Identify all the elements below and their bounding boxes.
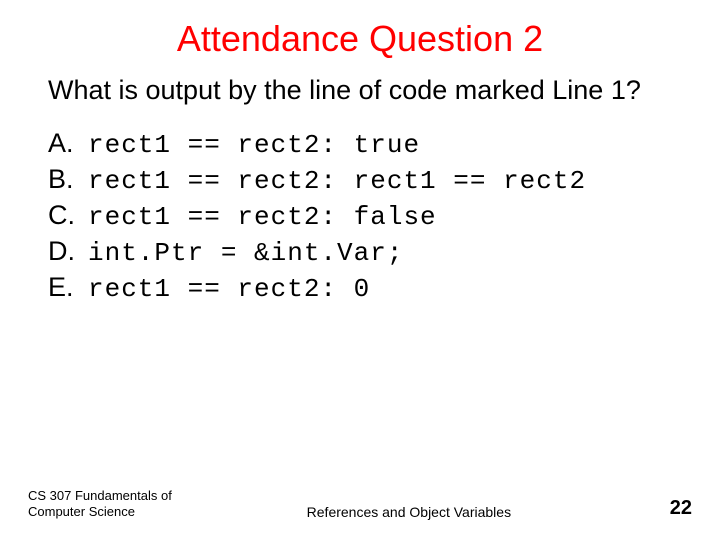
option-label: C.	[48, 200, 88, 231]
option-code: rect1 == rect2: rect1 == rect2	[88, 166, 586, 196]
options-list: A. rect1 == rect2: true B. rect1 == rect…	[0, 128, 720, 304]
option-label: A.	[48, 128, 88, 159]
option-a: A. rect1 == rect2: true	[48, 128, 720, 160]
option-c: C. rect1 == rect2: false	[48, 200, 720, 232]
question-text: What is output by the line of code marke…	[0, 74, 720, 106]
option-label: E.	[48, 272, 88, 303]
option-b: B. rect1 == rect2: rect1 == rect2	[48, 164, 720, 196]
slide-title: Attendance Question 2	[0, 0, 720, 74]
footer-topic: References and Object Variables	[208, 504, 670, 520]
option-d: D. int.Ptr = &int.Var;	[48, 236, 720, 268]
option-code: rect1 == rect2: true	[88, 130, 420, 160]
option-code: int.Ptr = &int.Var;	[88, 238, 403, 268]
option-code: rect1 == rect2: 0	[88, 274, 370, 304]
page-number: 22	[670, 497, 692, 520]
option-label: B.	[48, 164, 88, 195]
option-code: rect1 == rect2: false	[88, 202, 437, 232]
option-label: D.	[48, 236, 88, 267]
footer-course-line1: CS 307 Fundamentals of	[28, 488, 172, 503]
footer-course-line2: Computer Science	[28, 504, 135, 519]
option-e: E. rect1 == rect2: 0	[48, 272, 720, 304]
footer: CS 307 Fundamentals of Computer Science …	[0, 488, 720, 521]
footer-course: CS 307 Fundamentals of Computer Science	[28, 488, 208, 521]
